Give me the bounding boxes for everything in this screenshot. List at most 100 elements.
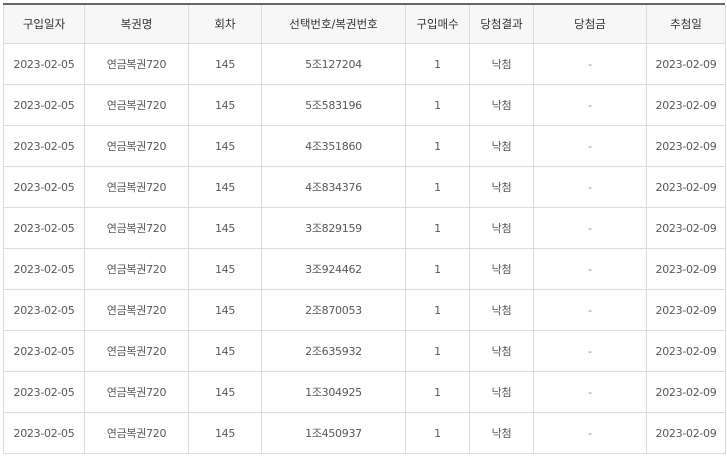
cell-prize: - (533, 289, 647, 331)
purchase-history-table: 구입일자 복권명 회차 선택번호/복권번호 구입매수 당첨결과 당첨금 추첨일 … (3, 5, 726, 454)
header-prize: 당첨금 (533, 5, 647, 44)
header-lottery-name: 복권명 (84, 5, 189, 44)
cell-prize: - (533, 125, 647, 167)
cell-draw-date: 2023-02-09 (646, 166, 726, 208)
cell-selected-number: 2조870053 (261, 289, 406, 331)
cell-prize: - (533, 43, 647, 85)
cell-quantity: 1 (405, 412, 470, 454)
header-round: 회차 (188, 5, 262, 44)
cell-prize: - (533, 207, 647, 249)
cell-result: 낙첨 (469, 371, 534, 413)
cell-selected-number: 5조583196 (261, 84, 406, 126)
cell-purchase-date: 2023-02-05 (3, 330, 85, 372)
header-draw-date: 추첨일 (646, 5, 726, 44)
header-result: 당첨결과 (469, 5, 534, 44)
header-row: 구입일자 복권명 회차 선택번호/복권번호 구입매수 당첨결과 당첨금 추첨일 (3, 5, 726, 44)
cell-purchase-date: 2023-02-05 (3, 84, 85, 126)
cell-draw-date: 2023-02-09 (646, 84, 726, 126)
cell-quantity: 1 (405, 248, 470, 290)
table-row: 2023-02-05 연금복권720 145 3조829159 1 낙첨 - 2… (3, 207, 726, 249)
cell-round: 145 (188, 125, 262, 167)
cell-lottery-name: 연금복권720 (84, 207, 189, 249)
cell-round: 145 (188, 371, 262, 413)
cell-selected-number: 2조635932 (261, 330, 406, 372)
cell-quantity: 1 (405, 43, 470, 85)
cell-selected-number: 3조924462 (261, 248, 406, 290)
cell-draw-date: 2023-02-09 (646, 248, 726, 290)
table-row: 2023-02-05 연금복권720 145 2조870053 1 낙첨 - 2… (3, 289, 726, 331)
cell-result: 낙첨 (469, 84, 534, 126)
cell-quantity: 1 (405, 330, 470, 372)
table-header: 구입일자 복권명 회차 선택번호/복권번호 구입매수 당첨결과 당첨금 추첨일 (3, 5, 726, 44)
cell-round: 145 (188, 289, 262, 331)
cell-draw-date: 2023-02-09 (646, 207, 726, 249)
cell-lottery-name: 연금복권720 (84, 125, 189, 167)
cell-selected-number: 1조304925 (261, 371, 406, 413)
table-row: 2023-02-05 연금복권720 145 3조924462 1 낙첨 - 2… (3, 248, 726, 290)
table-row: 2023-02-05 연금복권720 145 1조450937 1 낙첨 - 2… (3, 412, 726, 454)
cell-lottery-name: 연금복권720 (84, 412, 189, 454)
cell-lottery-name: 연금복권720 (84, 248, 189, 290)
cell-result: 낙첨 (469, 330, 534, 372)
cell-draw-date: 2023-02-09 (646, 289, 726, 331)
cell-selected-number: 4조351860 (261, 125, 406, 167)
cell-prize: - (533, 412, 647, 454)
header-selected-number: 선택번호/복권번호 (261, 5, 406, 44)
cell-draw-date: 2023-02-09 (646, 371, 726, 413)
cell-lottery-name: 연금복권720 (84, 43, 189, 85)
cell-result: 낙첨 (469, 412, 534, 454)
cell-quantity: 1 (405, 166, 470, 208)
cell-round: 145 (188, 43, 262, 85)
table-row: 2023-02-05 연금복권720 145 5조127204 1 낙첨 - 2… (3, 43, 726, 85)
cell-quantity: 1 (405, 84, 470, 126)
cell-result: 낙첨 (469, 289, 534, 331)
cell-round: 145 (188, 84, 262, 126)
cell-purchase-date: 2023-02-05 (3, 248, 85, 290)
cell-result: 낙첨 (469, 125, 534, 167)
table-row: 2023-02-05 연금복권720 145 4조351860 1 낙첨 - 2… (3, 125, 726, 167)
cell-quantity: 1 (405, 207, 470, 249)
cell-quantity: 1 (405, 125, 470, 167)
cell-lottery-name: 연금복권720 (84, 289, 189, 331)
cell-draw-date: 2023-02-09 (646, 330, 726, 372)
cell-prize: - (533, 371, 647, 413)
header-purchase-date: 구입일자 (3, 5, 85, 44)
cell-lottery-name: 연금복권720 (84, 330, 189, 372)
cell-quantity: 1 (405, 289, 470, 331)
cell-purchase-date: 2023-02-05 (3, 371, 85, 413)
cell-prize: - (533, 166, 647, 208)
cell-round: 145 (188, 412, 262, 454)
cell-draw-date: 2023-02-09 (646, 43, 726, 85)
cell-result: 낙첨 (469, 248, 534, 290)
cell-purchase-date: 2023-02-05 (3, 412, 85, 454)
cell-result: 낙첨 (469, 207, 534, 249)
table-row: 2023-02-05 연금복권720 145 5조583196 1 낙첨 - 2… (3, 84, 726, 126)
header-quantity: 구입매수 (405, 5, 470, 44)
cell-draw-date: 2023-02-09 (646, 125, 726, 167)
cell-round: 145 (188, 207, 262, 249)
cell-selected-number: 3조829159 (261, 207, 406, 249)
cell-prize: - (533, 248, 647, 290)
cell-purchase-date: 2023-02-05 (3, 125, 85, 167)
cell-selected-number: 5조127204 (261, 43, 406, 85)
cell-purchase-date: 2023-02-05 (3, 43, 85, 85)
cell-prize: - (533, 330, 647, 372)
cell-purchase-date: 2023-02-05 (3, 166, 85, 208)
cell-result: 낙첨 (469, 166, 534, 208)
cell-round: 145 (188, 166, 262, 208)
cell-purchase-date: 2023-02-05 (3, 207, 85, 249)
cell-lottery-name: 연금복권720 (84, 371, 189, 413)
cell-purchase-date: 2023-02-05 (3, 289, 85, 331)
cell-result: 낙첨 (469, 43, 534, 85)
table-row: 2023-02-05 연금복권720 145 1조304925 1 낙첨 - 2… (3, 371, 726, 413)
cell-round: 145 (188, 330, 262, 372)
table-row: 2023-02-05 연금복권720 145 4조834376 1 낙첨 - 2… (3, 166, 726, 208)
table-body: 2023-02-05 연금복권720 145 5조127204 1 낙첨 - 2… (3, 43, 726, 454)
table-row: 2023-02-05 연금복권720 145 2조635932 1 낙첨 - 2… (3, 330, 726, 372)
cell-round: 145 (188, 248, 262, 290)
cell-quantity: 1 (405, 371, 470, 413)
cell-draw-date: 2023-02-09 (646, 412, 726, 454)
cell-prize: - (533, 84, 647, 126)
cell-lottery-name: 연금복권720 (84, 84, 189, 126)
purchase-history-table-container: 구입일자 복권명 회차 선택번호/복권번호 구입매수 당첨결과 당첨금 추첨일 … (3, 3, 726, 460)
